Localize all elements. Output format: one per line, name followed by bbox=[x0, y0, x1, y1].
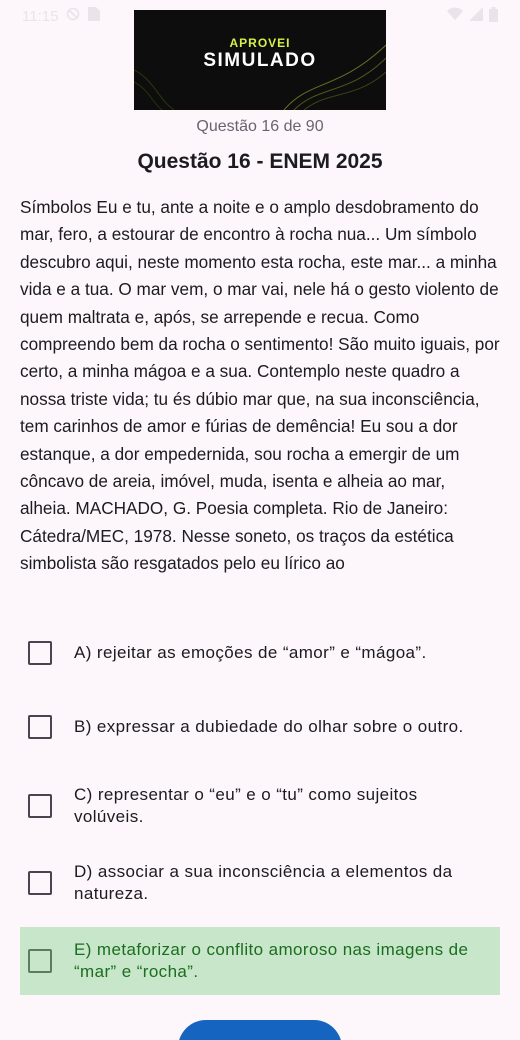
status-time: 11:15 bbox=[22, 7, 59, 25]
checkbox[interactable] bbox=[28, 794, 52, 818]
sim-card-icon bbox=[88, 7, 101, 25]
checkbox[interactable] bbox=[28, 715, 52, 739]
question-statement: Símbolos Eu e tu, ante a noite e o amplo… bbox=[20, 197, 500, 574]
checkbox[interactable] bbox=[28, 949, 52, 973]
option-d[interactable]: D) associar a sua inconsciência a elemen… bbox=[20, 859, 500, 907]
option-e-label: E) metaforizar o conflito amoroso nas im… bbox=[74, 940, 469, 981]
status-left: 11:15 bbox=[22, 7, 101, 25]
question-title: Questão 16 - ENEM 2025 bbox=[137, 150, 383, 173]
option-a-label: A) rejeitar as emoções de “amor” e “mágo… bbox=[74, 643, 427, 662]
checkbox[interactable] bbox=[28, 641, 52, 665]
wifi-icon bbox=[447, 7, 463, 25]
option-a[interactable]: A) rejeitar as emoções de “amor” e “mágo… bbox=[20, 632, 500, 674]
app-banner-logo: APROVEI SIMULADO bbox=[134, 10, 386, 110]
battery-icon bbox=[489, 6, 498, 26]
option-b[interactable]: B) expressar a dubiedade do olhar sobre … bbox=[20, 703, 500, 751]
option-d-label: D) associar a sua inconsciência a elemen… bbox=[74, 862, 453, 903]
option-e[interactable]: E) metaforizar o conflito amoroso nas im… bbox=[20, 927, 500, 995]
next-button[interactable] bbox=[178, 1020, 342, 1040]
option-b-label: B) expressar a dubiedade do olhar sobre … bbox=[74, 717, 464, 736]
banner-top-text: APROVEI bbox=[229, 36, 291, 50]
option-c[interactable]: C) representar o “eu” e o “tu” como suje… bbox=[20, 782, 500, 830]
signal-icon bbox=[469, 7, 483, 25]
banner-main-text: SIMULADO bbox=[203, 50, 317, 71]
question-counter: Questão 16 de 90 bbox=[196, 118, 324, 135]
app-screen: 11:15 APROVEI SIMULADO Questão 16 de 90 … bbox=[0, 0, 520, 1040]
option-c-label: C) representar o “eu” e o “tu” como suje… bbox=[74, 785, 418, 826]
status-right bbox=[447, 6, 498, 26]
do-not-disturb-icon bbox=[66, 7, 80, 25]
checkbox[interactable] bbox=[28, 871, 52, 895]
